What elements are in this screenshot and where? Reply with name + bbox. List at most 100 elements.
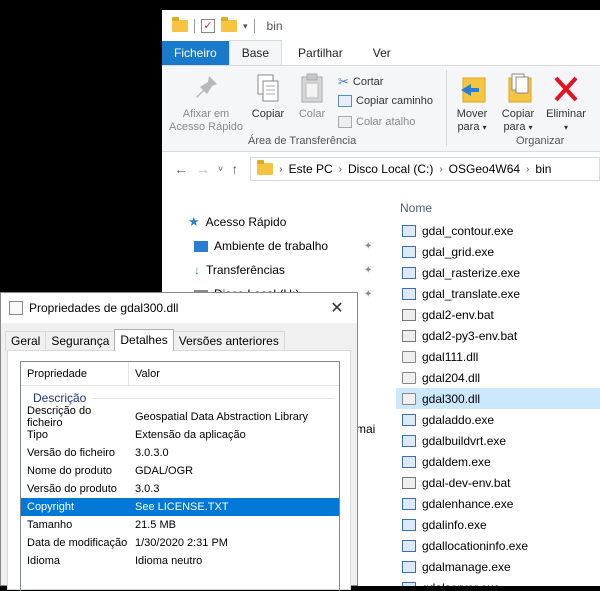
file-row[interactable]: gdal204.dll bbox=[396, 367, 600, 388]
executable-icon bbox=[402, 560, 416, 573]
dll-file-icon bbox=[9, 301, 23, 315]
file-row[interactable]: gdal300.dll bbox=[396, 388, 600, 409]
download-arrow-icon: ↓ bbox=[194, 263, 200, 277]
file-row[interactable]: gdalenhance.exe bbox=[396, 493, 600, 514]
file-row[interactable]: gdallocationinfo.exe bbox=[396, 535, 600, 556]
file-row[interactable]: gdal111.dll bbox=[396, 346, 600, 367]
property-row[interactable]: Data de modificação 1/30/2020 2:31 PM bbox=[21, 534, 339, 552]
paste-shortcut-button[interactable]: Colar atalho bbox=[338, 116, 415, 128]
move-to-icon bbox=[457, 72, 487, 104]
dialog-tabs: Geral Segurança Detalhes Versões anterio… bbox=[1, 329, 357, 351]
dialog-title-bar: Propriedades de gdal300.dll ✕ bbox=[1, 293, 357, 323]
file-name: gdal2-env.bat bbox=[422, 307, 494, 322]
tab-share[interactable]: Partilhar bbox=[282, 41, 359, 65]
batch-file-icon bbox=[402, 329, 416, 342]
property-row[interactable]: Versão do produto 3.0.3 bbox=[21, 480, 339, 498]
file-row[interactable]: gdalbuildvrt.exe bbox=[396, 430, 600, 451]
file-name: gdalenhance.exe bbox=[422, 496, 514, 511]
property-value: Geospatial Data Abstraction Library bbox=[135, 411, 309, 423]
file-name: gdallocationinfo.exe bbox=[422, 538, 529, 553]
folder-icon[interactable] bbox=[172, 17, 188, 32]
file-row[interactable]: gdal_translate.exe bbox=[396, 283, 600, 304]
properties-check-icon[interactable]: ✓ bbox=[201, 19, 215, 33]
column-header-name[interactable]: Nome bbox=[396, 196, 600, 220]
back-arrow-icon[interactable]: ← bbox=[174, 161, 188, 177]
executable-icon bbox=[402, 224, 416, 237]
tab-file[interactable]: Ficheiro bbox=[162, 41, 229, 65]
column-header-value[interactable]: Valor bbox=[129, 368, 160, 380]
file-name: gdal2-py3-env.bat bbox=[422, 328, 518, 343]
nav-item-downloads[interactable]: ↓ Transferências ✦ bbox=[162, 258, 382, 282]
tab-general[interactable]: Geral bbox=[5, 331, 47, 351]
move-to-button[interactable]: Mover para ▾ bbox=[450, 72, 494, 134]
tab-previous-versions[interactable]: Versões anteriores bbox=[172, 331, 285, 351]
scissors-icon: ✂ bbox=[338, 74, 349, 89]
recent-dropdown-icon[interactable]: ˅ bbox=[218, 164, 223, 174]
desktop-icon bbox=[194, 240, 208, 252]
executable-icon bbox=[402, 245, 416, 258]
breadcrumb-bin[interactable]: bin bbox=[535, 162, 551, 176]
pin-icon bbox=[191, 72, 221, 104]
details-rows: Descrição do ficheiro Geospatial Data Abs… bbox=[21, 405, 339, 570]
property-row[interactable]: Versão do ficheiro 3.0.3.0 bbox=[21, 444, 339, 462]
nav-item-desktop[interactable]: Ambiente de trabalho ✦ bbox=[162, 234, 382, 258]
pinned-icon: ✦ bbox=[364, 240, 373, 252]
window-title: bin bbox=[266, 19, 283, 33]
file-row[interactable]: gdal2-env.bat bbox=[396, 304, 600, 325]
nav-item-quick-access[interactable]: ★ Acesso Rápido bbox=[162, 210, 382, 234]
property-row[interactable]: Tamanho 21.5 MB bbox=[21, 516, 339, 534]
quick-access-dropdown-icon[interactable]: ▾ bbox=[243, 21, 248, 32]
breadcrumb-this-pc[interactable]: Este PC bbox=[289, 162, 333, 176]
copy-path-button[interactable]: Copiar caminho bbox=[338, 95, 433, 107]
tab-security[interactable]: Segurança bbox=[45, 331, 116, 351]
property-name: Tamanho bbox=[27, 519, 73, 531]
new-folder-icon[interactable] bbox=[221, 17, 237, 32]
pin-quick-access-button[interactable]: Afixar em Acesso Rápido bbox=[168, 72, 244, 134]
delete-x-icon bbox=[551, 72, 581, 104]
file-row[interactable]: gdaladdo.exe bbox=[396, 409, 600, 430]
property-row[interactable]: Descrição do ficheiro Geospatial Data Abs… bbox=[21, 405, 339, 429]
file-row[interactable]: gdal2-py3-env.bat bbox=[396, 325, 600, 346]
tab-home[interactable]: Base bbox=[228, 40, 283, 65]
cut-button[interactable]: ✂ Cortar bbox=[338, 74, 383, 90]
up-arrow-icon[interactable]: ↑ bbox=[231, 161, 238, 177]
copy-to-button[interactable]: Copiar para ▾ bbox=[496, 72, 540, 134]
file-row[interactable]: gdalinfo.exe bbox=[396, 514, 600, 535]
property-name: Copyright bbox=[27, 501, 75, 513]
tab-details[interactable]: Detalhes bbox=[114, 329, 174, 351]
copy-button[interactable]: Copiar bbox=[248, 72, 288, 121]
delete-button[interactable]: Eliminar ▾ bbox=[542, 72, 590, 134]
dialog-title: Propriedades de gdal300.dll bbox=[29, 301, 179, 315]
property-row[interactable]: Copyright See LICENSE.TXT bbox=[21, 498, 339, 516]
file-row[interactable]: gdal-dev-env.bat bbox=[396, 472, 600, 493]
file-row[interactable]: gdalmanage.exe bbox=[396, 556, 600, 577]
property-value: 3.0.3 bbox=[135, 483, 160, 495]
file-row[interactable]: gdaldem.exe bbox=[396, 451, 600, 472]
dll-file-icon bbox=[402, 371, 416, 384]
file-row[interactable]: gdal_rasterize.exe bbox=[396, 262, 600, 283]
executable-icon bbox=[402, 539, 416, 552]
close-icon[interactable]: ✕ bbox=[317, 298, 357, 318]
copy-to-dropdown-icon: ▾ bbox=[528, 123, 533, 132]
breadcrumb-osgeo4w64[interactable]: OSGeo4W64 bbox=[449, 162, 520, 176]
file-rows: gdal_contour.exe gdal_grid.exe gdal_raster… bbox=[396, 220, 600, 586]
clipboard-group-label: Área de Transferência bbox=[248, 135, 357, 147]
tab-view[interactable]: Ver bbox=[359, 41, 405, 65]
paste-button[interactable]: Colar bbox=[292, 72, 332, 121]
forward-arrow-icon[interactable]: → bbox=[196, 161, 210, 177]
property-value: Idioma neutro bbox=[135, 555, 203, 567]
file-name: gdal_grid.exe bbox=[422, 244, 495, 259]
breadcrumb-local-disk[interactable]: Disco Local (C:) bbox=[348, 162, 433, 176]
file-name: gdalmanage.exe bbox=[422, 559, 511, 574]
property-value: 21.5 MB bbox=[135, 519, 176, 531]
organize-group-label: Organizar bbox=[516, 135, 565, 147]
property-row[interactable]: Nome do produto GDAL/OGR bbox=[21, 462, 339, 480]
executable-icon bbox=[402, 266, 416, 279]
property-row[interactable]: Tipo Extensão da aplicação bbox=[21, 426, 339, 444]
file-row[interactable]: gdal_contour.exe bbox=[396, 220, 600, 241]
file-row[interactable]: gdalserver.exe bbox=[396, 577, 600, 586]
property-row[interactable]: Idioma Idioma neutro bbox=[21, 552, 339, 570]
address-bar[interactable]: › Este PC › Disco Local (C:) › OSGeo4W64… bbox=[250, 157, 600, 181]
file-row[interactable]: gdal_grid.exe bbox=[396, 241, 600, 262]
column-header-property[interactable]: Propriedade bbox=[21, 362, 129, 386]
